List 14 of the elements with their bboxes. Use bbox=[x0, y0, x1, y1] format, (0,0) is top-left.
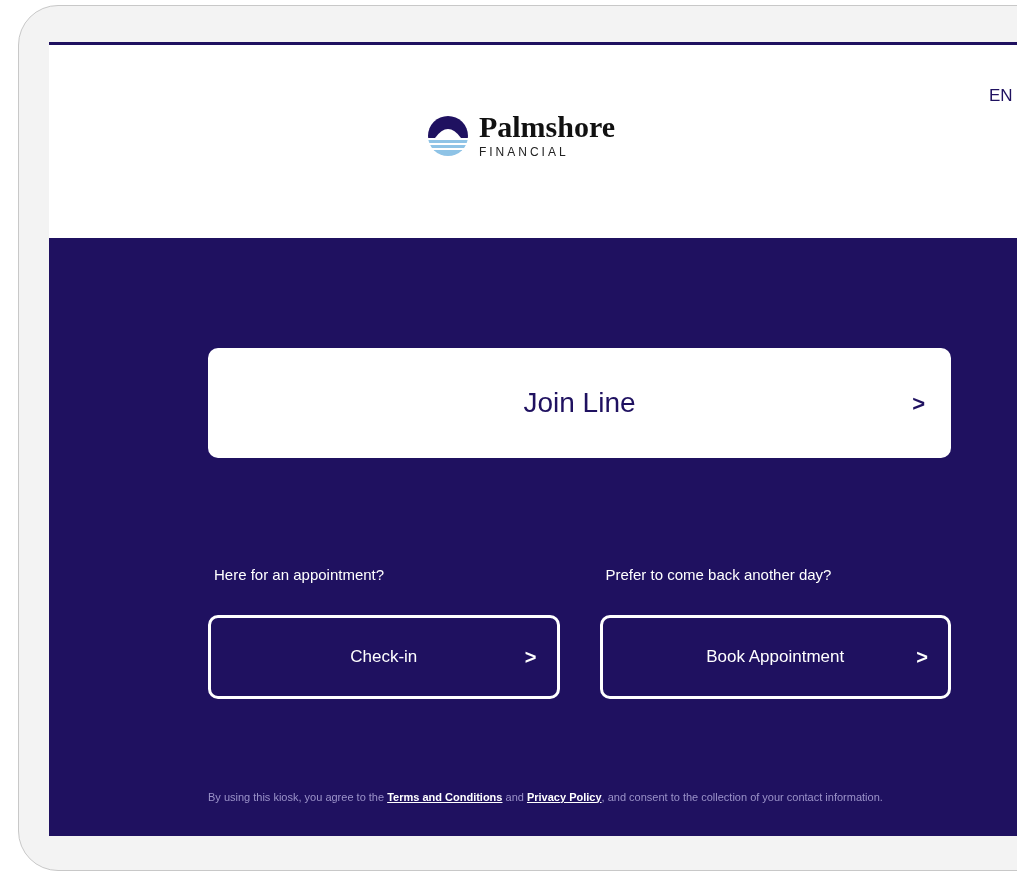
language-selector[interactable]: EN bbox=[989, 83, 1013, 109]
chevron-icon: > bbox=[916, 641, 928, 672]
brand-subtitle: FINANCIAL bbox=[478, 143, 570, 161]
option-prompt: Prefer to come back another day? bbox=[604, 565, 833, 585]
option-prompt: Here for an appointment? bbox=[213, 565, 386, 585]
option-button[interactable]: Book Appointment > bbox=[599, 614, 951, 699]
legal-link[interactable]: Privacy Policy bbox=[526, 790, 602, 803]
join-line-button[interactable]: Join Line > bbox=[208, 348, 951, 458]
brand-name: Palmshore bbox=[478, 110, 616, 143]
legal-notice: By using this kiosk, you agree to the Terms and Conditions and Privacy Policy, and consent to the collection of your contact information. bbox=[208, 789, 884, 805]
legal-link[interactable]: Terms and Conditions bbox=[387, 790, 503, 803]
chevron-icon: > bbox=[912, 386, 925, 420]
option-button[interactable]: Check-in > bbox=[208, 614, 560, 699]
chevron-icon: > bbox=[524, 641, 537, 672]
